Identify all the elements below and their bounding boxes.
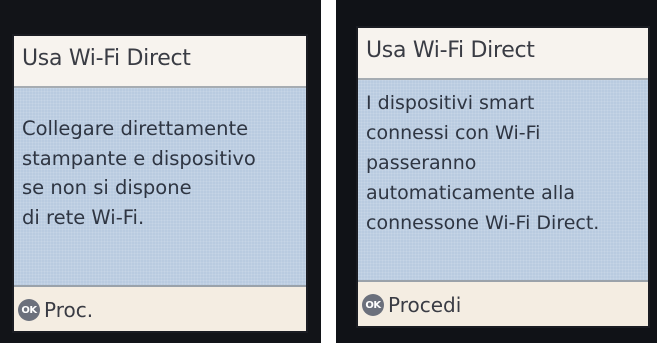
screen-header: Usa Wi-Fi Direct [14,36,306,88]
screen-title: Usa Wi-Fi Direct [366,38,535,63]
ok-button-icon: OK [362,294,384,316]
screen-header: Usa Wi-Fi Direct [358,28,648,80]
proceed-button[interactable]: OK Proc. [18,297,93,323]
photo-right-printer-screen: Usa Wi-Fi Direct I dispositivi smart con… [336,0,657,343]
lcd-screen: Usa Wi-Fi Direct I dispositivi smart con… [356,26,650,328]
screen-body: Collegare direttamente stampante e dispo… [14,88,306,287]
proceed-button[interactable]: OK Procedi [362,292,461,318]
screen-message: I dispositivi smart connessi con Wi-Fi p… [366,92,600,234]
screen-footer: OK Proc. [14,285,306,331]
ok-button-icon: OK [18,299,40,321]
screen-footer: OK Procedi [358,280,648,326]
proceed-label: Proc. [44,298,94,322]
screen-title: Usa Wi-Fi Direct [22,46,191,71]
photo-left-printer-screen: Usa Wi-Fi Direct Collegare direttamente … [0,0,321,343]
screen-body: I dispositivi smart connessi con Wi-Fi p… [358,80,648,282]
screen-message: Collegare direttamente stampante e dispo… [22,117,256,229]
proceed-label: Procedi [388,293,462,317]
lcd-screen: Usa Wi-Fi Direct Collegare direttamente … [12,34,308,333]
